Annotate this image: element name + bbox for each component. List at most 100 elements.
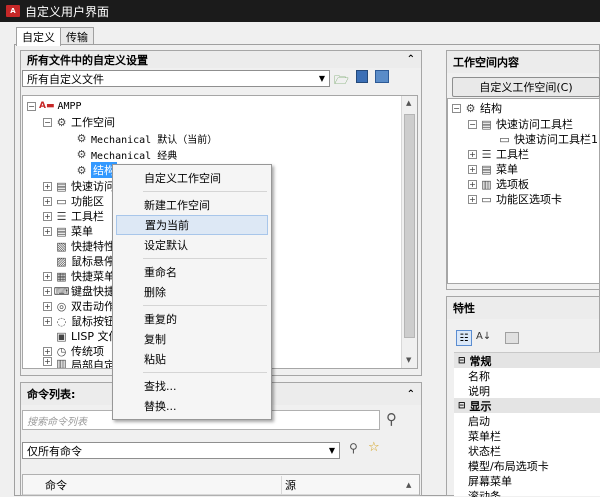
- rollover-icon: ▨: [56, 254, 67, 268]
- file-combo[interactable]: 所有自定义文件 ▼: [22, 70, 330, 87]
- expand-icon[interactable]: +: [43, 196, 52, 206]
- workspace-item-selected[interactable]: ⚙ 结构: [75, 162, 117, 178]
- expand-icon[interactable]: +: [43, 271, 52, 281]
- tree-item[interactable]: + ▦ 快捷菜单: [43, 268, 115, 284]
- tree-item[interactable]: + ◎ 双击动作: [43, 298, 115, 314]
- property-row[interactable]: 菜单栏: [468, 428, 501, 443]
- category-display[interactable]: ⊟ 显示: [454, 398, 600, 413]
- expand-icon[interactable]: +: [43, 346, 52, 356]
- tree-item[interactable]: + ▤ 快速访问: [43, 178, 115, 194]
- alphabetical-icon[interactable]: A↓: [476, 331, 491, 342]
- workspace-tree-item[interactable]: + ▥ 选项板: [468, 176, 529, 192]
- tree-item[interactable]: + ⌨ 键盘快捷: [43, 283, 115, 299]
- collapse-icon[interactable]: −: [27, 101, 36, 111]
- workspace-tree-item[interactable]: + ▭ 功能区选项卡: [468, 191, 562, 207]
- workspace-root[interactable]: − ⚙ 结构: [452, 100, 502, 116]
- menu-item-rename[interactable]: 重命名: [116, 262, 268, 282]
- workspace-tree-item[interactable]: + ☰ 工具栏: [468, 146, 529, 162]
- toolbar-icon: ☰: [481, 147, 492, 161]
- expand-icon[interactable]: +: [43, 357, 52, 366]
- collapse-icon[interactable]: −: [452, 103, 461, 113]
- tree-item-label: 菜单: [496, 163, 518, 176]
- tree-item-label: 快速访问: [71, 180, 115, 193]
- tree-item[interactable]: ▣ LISP 文件: [55, 328, 119, 344]
- dropdown-arrow-icon[interactable]: ▼: [319, 74, 325, 83]
- tree-item[interactable]: ▨ 鼠标悬停: [55, 253, 115, 269]
- collapse-icon[interactable]: −: [43, 117, 52, 127]
- dropdown-arrow-icon[interactable]: ▼: [329, 446, 335, 455]
- menu-item-customize-workspace[interactable]: 自定义工作空间: [116, 168, 268, 188]
- collapse-chevron-icon[interactable]: ⌃: [407, 389, 415, 400]
- workspace-tree-item[interactable]: ▭ 快速访问工具栏1: [498, 131, 598, 147]
- tree-item[interactable]: + ☰ 工具栏: [43, 208, 104, 224]
- categorized-icon[interactable]: ☷: [456, 330, 472, 346]
- property-row[interactable]: 启动: [468, 413, 490, 428]
- menu-item-replace[interactable]: 替换...: [116, 396, 268, 416]
- property-row[interactable]: 名称: [468, 368, 490, 383]
- menu-item-find[interactable]: 查找...: [116, 376, 268, 396]
- scroll-up-icon[interactable]: ▲: [406, 99, 411, 107]
- menu-item-set-current[interactable]: 置为当前: [116, 215, 268, 235]
- command-filter-combo[interactable]: 仅所有命令 ▼: [22, 442, 340, 459]
- expand-icon[interactable]: +: [468, 149, 477, 159]
- open-file-icon[interactable]: 🗁: [334, 71, 349, 92]
- workspace-tree-item[interactable]: − ▤ 快速访问工具栏: [468, 116, 573, 132]
- tab-customize[interactable]: 自定义: [16, 27, 61, 46]
- expand-icon[interactable]: +: [43, 301, 52, 311]
- tree-item[interactable]: + ▤ 菜单: [43, 223, 93, 239]
- workspace-tree-item[interactable]: + ▤ 菜单: [468, 161, 518, 177]
- double-click-icon: ◎: [56, 299, 67, 313]
- collapse-chevron-icon[interactable]: ⌃: [407, 54, 415, 65]
- column-header-source[interactable]: 源: [285, 477, 296, 493]
- tree-root[interactable]: − A▬ AMPP: [27, 98, 82, 114]
- expand-icon[interactable]: +: [468, 194, 477, 204]
- tree-item-label: 键盘快捷: [71, 285, 115, 298]
- new-command-icon[interactable]: ☆: [368, 440, 380, 455]
- find-command-icon[interactable]: ⚲: [349, 441, 358, 455]
- expand-icon[interactable]: +: [43, 211, 52, 221]
- category-general[interactable]: ⊟ 常规: [454, 353, 600, 368]
- gear-icon: ⚙: [76, 131, 87, 145]
- collapse-icon[interactable]: ⊟: [458, 356, 466, 366]
- expand-icon[interactable]: +: [468, 164, 477, 174]
- tree-item[interactable]: + ▭ 功能区: [43, 193, 104, 209]
- tree-item[interactable]: + ▥ 局部自定: [43, 357, 115, 368]
- menu-separator: [143, 258, 267, 259]
- menu-item-copy[interactable]: 复制: [116, 329, 268, 349]
- scroll-up-icon[interactable]: ▲: [406, 481, 411, 489]
- workspace-item[interactable]: ⚙ Mechanical 默认（当前）: [75, 130, 218, 146]
- menu-item-set-default[interactable]: 设定默认: [116, 235, 268, 255]
- menu-item-duplicate[interactable]: 重复的: [116, 309, 268, 329]
- tree-item-workspaces[interactable]: − ⚙ 工作空间: [43, 114, 115, 130]
- save-icon[interactable]: [356, 70, 368, 83]
- tree-item[interactable]: ▧ 快捷特性: [55, 238, 115, 254]
- menu-item-new-workspace[interactable]: 新建工作空间: [116, 195, 268, 215]
- expand-icon[interactable]: +: [43, 181, 52, 191]
- property-row[interactable]: 说明: [468, 383, 490, 398]
- property-row[interactable]: 模型/布局选项卡: [468, 458, 549, 473]
- expand-icon[interactable]: +: [43, 286, 52, 296]
- collapse-icon[interactable]: ⊟: [458, 401, 466, 411]
- property-row[interactable]: 状态栏: [468, 443, 501, 458]
- tree-item-label: 快捷特性: [71, 240, 115, 253]
- workspace-tree[interactable]: − ⚙ 结构 − ▤ 快速访问工具栏 ▭ 快速访问工具栏1 + ☰ 工具栏 + ▤ 菜单 + ▥ 选项…: [447, 98, 600, 284]
- scroll-thumb[interactable]: [404, 114, 415, 338]
- collapse-icon[interactable]: −: [468, 119, 477, 129]
- customize-workspace-button[interactable]: 自定义工作空间(C): [452, 77, 600, 97]
- expand-icon[interactable]: +: [43, 226, 52, 236]
- workspace-item[interactable]: ⚙ Mechanical 经典: [75, 146, 178, 162]
- save-as-icon[interactable]: [375, 70, 389, 83]
- tree-scrollbar[interactable]: ▲ ▼: [401, 96, 417, 368]
- search-icon[interactable]: ⚲: [386, 410, 397, 428]
- menu-item-delete[interactable]: 删除: [116, 282, 268, 302]
- scroll-down-icon[interactable]: ▼: [406, 356, 411, 364]
- expand-icon[interactable]: +: [43, 316, 52, 326]
- workspace-contents-header: 工作空间内容: [447, 51, 599, 73]
- menu-item-paste[interactable]: 粘贴: [116, 349, 268, 369]
- tab-transfer[interactable]: 传输: [60, 27, 94, 45]
- tree-item[interactable]: + ◌ 鼠标按钮: [43, 313, 115, 329]
- column-header-command[interactable]: 命令: [45, 477, 67, 493]
- expand-icon[interactable]: +: [468, 179, 477, 189]
- property-row[interactable]: 屏幕菜单: [468, 473, 512, 488]
- property-pages-icon[interactable]: [505, 332, 519, 344]
